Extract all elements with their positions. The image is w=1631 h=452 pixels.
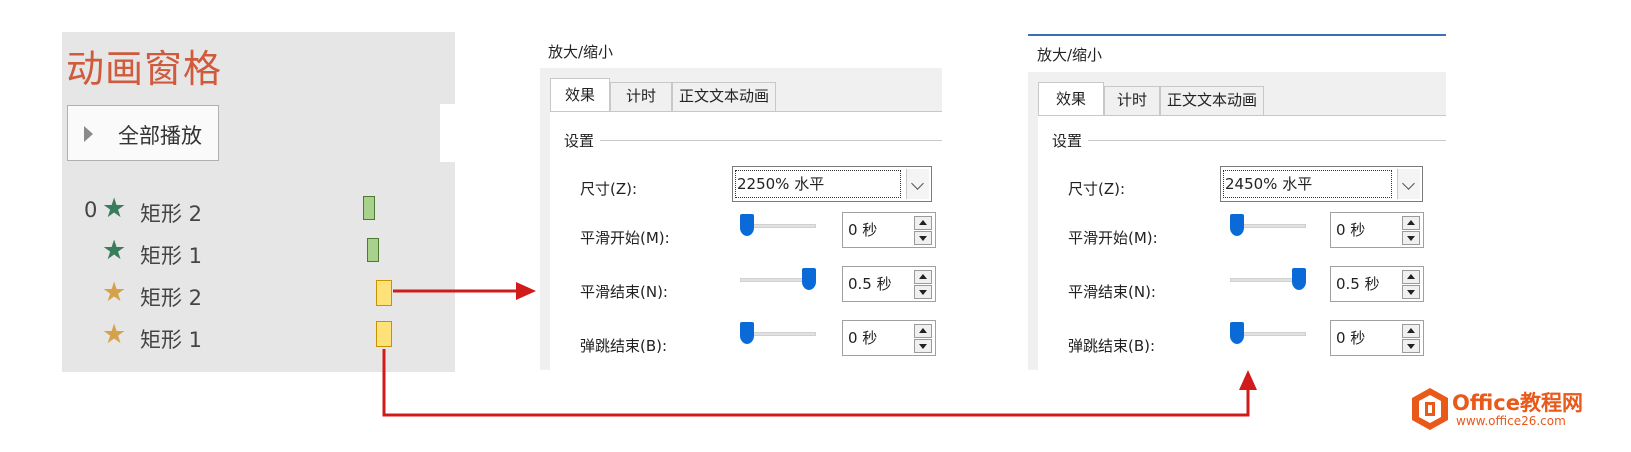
connector-arrows	[382, 282, 1257, 417]
arrow-to-right-dialog	[382, 349, 1257, 417]
office-logo-icon	[1412, 388, 1448, 430]
logo-name: Office教程网	[1452, 391, 1583, 415]
arrow-to-left-dialog	[393, 282, 536, 300]
office-tutorial-logo: Office教程网 www.office26.com	[1410, 385, 1630, 435]
logo-url: www.office26.com	[1456, 414, 1566, 428]
